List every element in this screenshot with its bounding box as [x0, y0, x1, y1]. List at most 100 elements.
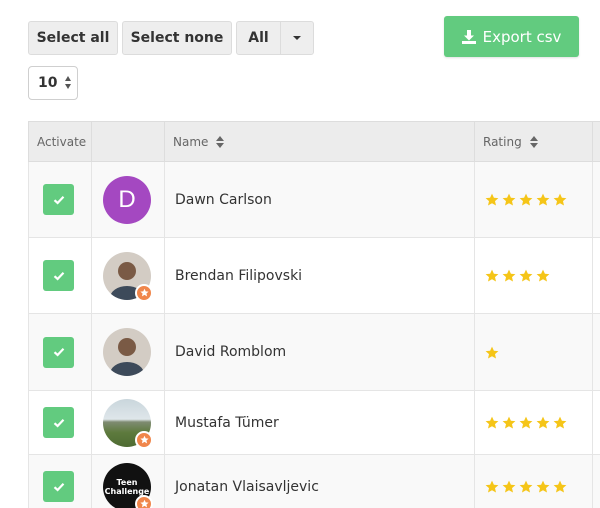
- table-row: Brendan Filipovski: [28, 237, 600, 314]
- star-icon: [519, 269, 533, 282]
- selection-button-group: Select all Select none All: [28, 21, 314, 55]
- star-badge-icon: [135, 430, 153, 449]
- star-icon: [536, 416, 550, 429]
- cell-more: [592, 161, 600, 238]
- updown-arrows-icon: [65, 76, 71, 89]
- activate-checkbox[interactable]: [43, 407, 74, 438]
- cell-activate: [28, 161, 92, 238]
- filter-dropdown-toggle[interactable]: [280, 21, 314, 55]
- star-icon: [502, 480, 516, 493]
- cell-name: Mustafa Tümer: [164, 390, 475, 455]
- checkmark-icon: [53, 482, 64, 492]
- column-header-more: [592, 121, 600, 162]
- select-all-button[interactable]: Select all: [28, 21, 118, 55]
- checkmark-icon: [53, 418, 64, 428]
- user-name: David Romblom: [175, 344, 287, 360]
- activate-checkbox[interactable]: [43, 260, 74, 291]
- star-icon: [519, 193, 533, 206]
- table-row: Mustafa Tümer: [28, 390, 600, 455]
- avatar-letter: D: [118, 185, 136, 213]
- avatar: D: [103, 175, 151, 224]
- checkmark-icon: [53, 348, 64, 357]
- cell-avatar: Teen Challenge: [91, 454, 165, 508]
- star-icon: [553, 480, 567, 493]
- star-icon: [485, 480, 499, 493]
- table-row: D Dawn Carlson: [28, 161, 600, 238]
- star-icon: [553, 193, 567, 206]
- select-none-button[interactable]: Select none: [122, 21, 232, 55]
- cell-more: [592, 313, 600, 391]
- star-icon: [519, 416, 533, 429]
- cell-rating: [474, 161, 593, 238]
- table-row: David Romblom: [28, 313, 600, 391]
- rating-stars: [485, 416, 592, 429]
- sort-icon: [529, 136, 538, 148]
- avatar-letter-circle: D: [103, 175, 151, 224]
- caret-down-icon: [293, 36, 301, 40]
- filter-all-button[interactable]: All: [236, 21, 281, 55]
- star-icon: [485, 193, 499, 206]
- rating-stars: [485, 346, 592, 359]
- cell-activate: [28, 237, 92, 314]
- cell-name: Brendan Filipovski: [164, 237, 475, 314]
- cell-name: David Romblom: [164, 313, 475, 391]
- star-icon: [502, 269, 516, 282]
- avatar: [103, 251, 153, 302]
- cell-activate: [28, 454, 92, 508]
- activate-checkbox[interactable]: [43, 184, 74, 215]
- activate-checkbox[interactable]: [43, 336, 74, 368]
- cell-activate: [28, 390, 92, 455]
- cell-rating: [474, 237, 593, 314]
- star-icon: [536, 193, 550, 206]
- avatar: [103, 328, 151, 376]
- rows-per-page-value: 10: [38, 75, 58, 91]
- table-row: Teen Challenge Jonatan Vlaisavljevic: [28, 454, 600, 508]
- star-icon: [485, 346, 499, 358]
- cell-rating: [474, 313, 593, 391]
- cell-name: Dawn Carlson: [164, 161, 475, 238]
- cell-rating: [474, 454, 593, 508]
- export-csv-label: Export csv: [482, 27, 562, 46]
- person-photo-icon: [103, 328, 151, 376]
- rating-stars: [485, 480, 592, 493]
- cell-avatar: [91, 313, 165, 391]
- cell-more: [592, 454, 600, 508]
- rating-stars: [485, 269, 592, 282]
- sort-icon: [216, 136, 225, 148]
- user-name: Brendan Filipovski: [175, 267, 303, 284]
- cell-rating: [474, 390, 593, 455]
- star-badge-icon: [135, 494, 153, 508]
- star-icon: [502, 416, 516, 429]
- checkmark-icon: [53, 271, 64, 281]
- download-icon: [461, 29, 476, 44]
- cell-more: [592, 237, 600, 314]
- table-body: D Dawn Carlson Brendan Filipovski David Rom…: [28, 161, 600, 508]
- column-header-avatar: [91, 121, 165, 162]
- user-name: Jonatan Vlaisavljevic: [175, 478, 319, 495]
- avatar: [103, 398, 153, 449]
- column-header-rating[interactable]: Rating: [474, 121, 593, 162]
- star-badge-icon: [135, 283, 153, 302]
- checkmark-icon: [53, 195, 64, 205]
- star-icon: [536, 480, 550, 493]
- star-icon: [553, 416, 567, 429]
- users-table: Activate Name Rating D Dawn Carlson Brenda…: [28, 121, 600, 508]
- export-csv-button[interactable]: Export csv: [444, 16, 579, 57]
- activate-checkbox[interactable]: [43, 471, 74, 502]
- cell-name: Jonatan Vlaisavljevic: [164, 454, 475, 508]
- user-name: Mustafa Tümer: [175, 414, 279, 431]
- cell-avatar: D: [91, 161, 165, 238]
- table-header-row: Activate Name Rating: [28, 121, 600, 162]
- star-icon: [519, 480, 533, 493]
- user-name: Dawn Carlson: [175, 191, 272, 208]
- star-icon: [485, 269, 499, 282]
- users-table-container: Activate Name Rating D Dawn Carlson Brenda…: [28, 121, 600, 508]
- avatar: Teen Challenge: [103, 462, 153, 508]
- column-header-activate: Activate: [28, 121, 92, 162]
- cell-avatar: [91, 237, 165, 314]
- cell-activate: [28, 313, 92, 391]
- cell-more: [592, 390, 600, 455]
- star-icon: [536, 269, 550, 282]
- column-header-name[interactable]: Name: [164, 121, 475, 162]
- rows-per-page-select[interactable]: 10: [28, 66, 78, 100]
